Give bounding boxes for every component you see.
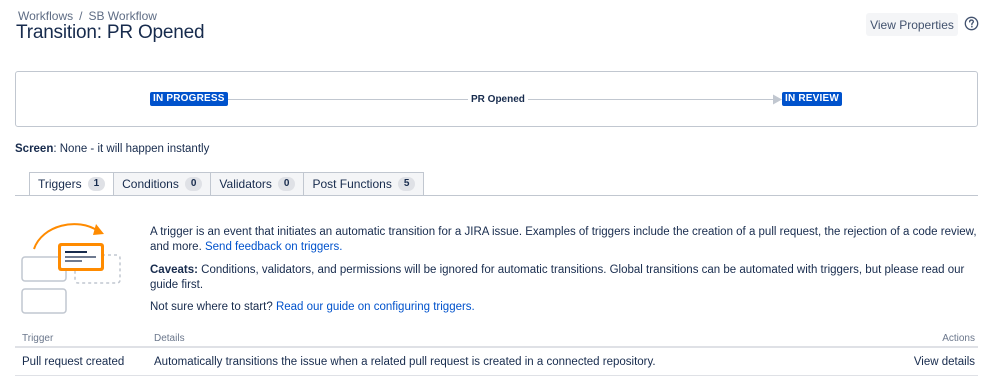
column-header-trigger: Trigger — [22, 333, 54, 344]
caveats-text: Conditions, validators, and permissions … — [150, 264, 965, 291]
screen-info: Screen: None - it will happen instantly — [15, 143, 209, 155]
configuring-triggers-guide-link[interactable]: Read our guide on configuring triggers. — [276, 301, 475, 313]
transition-label[interactable]: PR Opened — [468, 93, 528, 107]
trigger-details-cell: Automatically transitions the issue when… — [154, 356, 656, 368]
tab-label: Conditions — [122, 177, 179, 191]
triggers-intro: A trigger is an event that initiates an … — [150, 225, 980, 255]
screen-label: Screen — [15, 143, 54, 155]
tab-label: Triggers — [38, 177, 82, 191]
workflow-diagram: IN PROGRESS PR Opened IN REVIEW — [15, 71, 978, 127]
table-header-divider — [15, 346, 978, 348]
column-header-details: Details — [154, 333, 185, 344]
triggers-guide: Not sure where to start? Read our guide … — [150, 300, 980, 315]
breadcrumb-sb-workflow-link[interactable]: SB Workflow — [88, 9, 156, 23]
transition-tabs: Triggers 1 Conditions 0 Validators 0 Pos… — [29, 172, 425, 196]
tab-validators[interactable]: Validators 0 — [211, 172, 305, 196]
from-status-lozenge[interactable]: IN PROGRESS — [150, 92, 228, 106]
tab-conditions[interactable]: Conditions 0 — [114, 172, 212, 196]
guide-prompt: Not sure where to start? — [150, 301, 273, 313]
view-properties-button[interactable]: View Properties — [866, 13, 958, 36]
send-feedback-link[interactable]: Send feedback on triggers. — [205, 241, 342, 253]
tab-triggers[interactable]: Triggers 1 — [29, 172, 115, 196]
breadcrumb-separator: / — [79, 9, 83, 23]
screen-value: : None - it will happen instantly — [53, 143, 210, 155]
page-title: Transition: PR Opened — [16, 22, 205, 43]
tabs-divider — [15, 195, 978, 196]
triggers-caveats: Caveats: Conditions, validators, and per… — [150, 263, 980, 293]
question-circle-icon[interactable] — [964, 16, 979, 31]
breadcrumb-workflows-link[interactable]: Workflows — [18, 9, 73, 23]
column-header-actions: Actions — [942, 333, 975, 344]
tab-label: Validators — [219, 177, 272, 191]
trigger-name-cell: Pull request created — [22, 356, 125, 368]
tab-label: Post Functions — [312, 177, 392, 191]
view-details-link[interactable]: View details — [914, 356, 975, 368]
triggers-illustration — [21, 223, 121, 314]
breadcrumb: Workflows / SB Workflow — [18, 9, 157, 23]
tab-count-badge: 0 — [184, 177, 203, 191]
tab-count-badge: 1 — [87, 177, 106, 191]
tab-count-badge: 5 — [397, 177, 416, 191]
tab-count-badge: 0 — [277, 177, 296, 191]
tab-post-functions[interactable]: Post Functions 5 — [304, 172, 425, 196]
table-row-divider — [15, 375, 978, 376]
to-status-lozenge[interactable]: IN REVIEW — [782, 92, 843, 106]
caveats-label: Caveats: — [150, 264, 198, 276]
